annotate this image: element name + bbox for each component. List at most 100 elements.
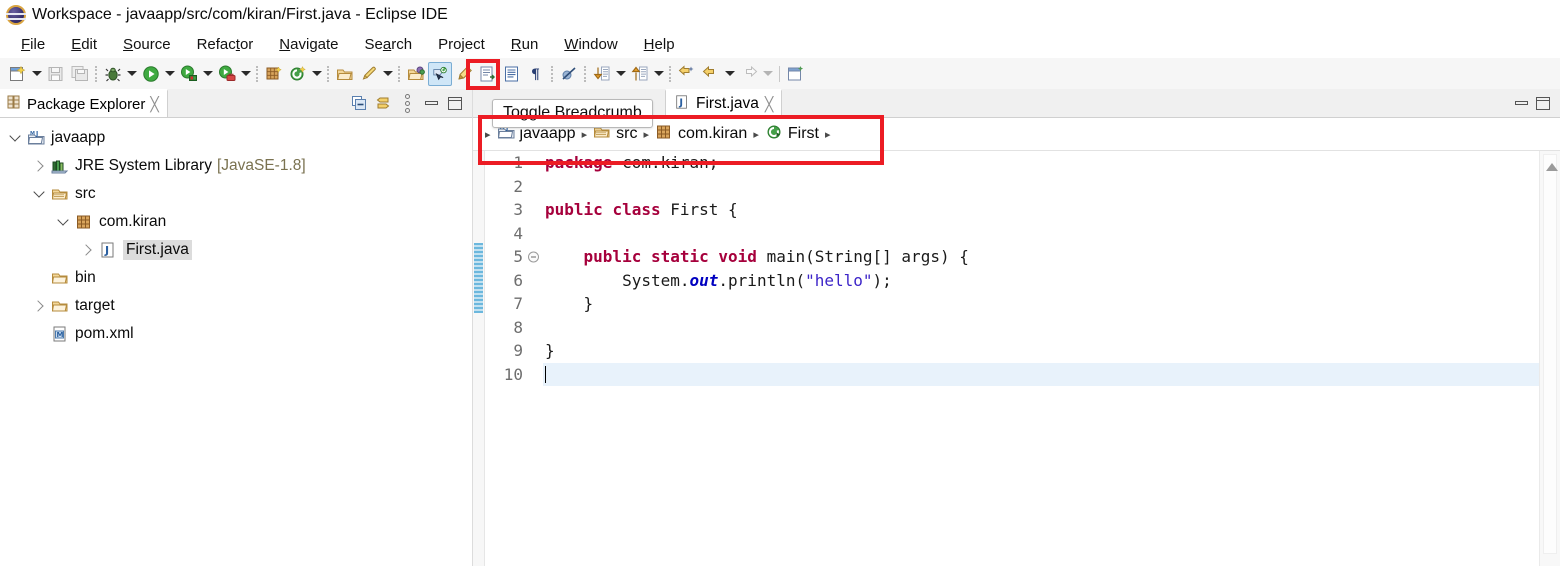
breadcrumb-item-first[interactable]: First xyxy=(765,123,819,146)
chevron-right-icon[interactable] xyxy=(28,292,50,320)
code-line-2[interactable] xyxy=(543,175,1560,199)
pilcrow-icon[interactable]: ¶ xyxy=(524,62,548,86)
new-wizard-dropdown-arrow-icon[interactable] xyxy=(30,62,44,86)
menu-item-window[interactable]: Window xyxy=(551,34,630,55)
chevron-right-icon[interactable] xyxy=(28,152,50,180)
code-line-10[interactable] xyxy=(543,362,1560,386)
tab-first-java[interactable]: J First.java ╳ xyxy=(665,89,783,117)
menu-item-search[interactable]: Search xyxy=(352,34,426,55)
chevron-right-icon[interactable]: ▸ xyxy=(639,128,653,141)
chevron-right-icon[interactable]: ▸ xyxy=(481,128,495,141)
chevron-down-icon[interactable] xyxy=(52,208,74,236)
menu-item-project[interactable]: Project xyxy=(425,34,498,55)
menu-item-help[interactable]: Help xyxy=(631,34,688,55)
open-type-icon[interactable] xyxy=(333,62,357,86)
fold-collapse-icon[interactable] xyxy=(528,251,539,263)
tree-item-com-kiran[interactable]: com.kiran xyxy=(0,208,472,236)
code-line-8[interactable] xyxy=(543,316,1560,340)
java-file-icon: J xyxy=(674,94,690,114)
toggle-breadcrumb-icon[interactable] xyxy=(428,61,452,86)
new-java-class-icon[interactable] xyxy=(286,62,310,86)
new-window-icon[interactable] xyxy=(784,62,808,86)
last-edit-location-icon[interactable] xyxy=(675,62,699,86)
project-tree[interactable]: M J javaapp JRE System Library [JavaSE-1… xyxy=(0,118,472,566)
minimize-icon[interactable] xyxy=(1515,101,1528,105)
previous-annotation-icon[interactable] xyxy=(628,62,652,86)
run-play-icon[interactable] xyxy=(139,62,163,86)
tree-item-target[interactable]: target xyxy=(0,292,472,320)
chevron-down-icon[interactable] xyxy=(28,180,50,208)
tab-package-explorer[interactable]: Package Explorer ╳ xyxy=(0,89,168,117)
previous-annotation-dropdown-arrow-icon[interactable] xyxy=(652,62,666,86)
run-external-tools-icon[interactable] xyxy=(215,62,239,86)
back-arrow-icon[interactable] xyxy=(699,62,723,86)
chevron-right-icon[interactable]: ▸ xyxy=(749,128,763,141)
menu-item-file[interactable]: File xyxy=(8,34,58,55)
code-text[interactable]: package com.kiran; public class First { … xyxy=(543,151,1560,566)
link-with-editor-icon[interactable] xyxy=(372,92,394,114)
code-line-7[interactable]: } xyxy=(543,292,1560,316)
tree-item-first-java[interactable]: J First.java xyxy=(0,236,472,264)
tree-item-label: target xyxy=(75,297,115,314)
new-class-dropdown-arrow-icon[interactable] xyxy=(310,62,324,86)
back-dropdown-arrow-icon[interactable] xyxy=(723,62,737,86)
run-coverage-icon[interactable] xyxy=(177,62,201,86)
tree-item-src[interactable]: src xyxy=(0,180,472,208)
chevron-down-icon[interactable] xyxy=(4,124,26,152)
token-plain: com.kiran; xyxy=(612,153,719,172)
new-wizard-icon[interactable] xyxy=(6,62,30,86)
code-line-4[interactable] xyxy=(543,222,1560,246)
skip-breakpoints-icon[interactable] xyxy=(557,62,581,86)
debug-bug-icon[interactable] xyxy=(101,62,125,86)
maximize-icon[interactable] xyxy=(1536,96,1550,110)
tree-item-javaapp[interactable]: M J javaapp xyxy=(0,124,472,152)
source-editor[interactable]: 1 2 3 4 5 6 7 8 9 10 package com.kiran; … xyxy=(473,151,1560,566)
folding-ruler[interactable] xyxy=(527,151,543,566)
quick-access-dropdown-arrow-icon[interactable] xyxy=(381,62,395,86)
tree-item-jre-system-library[interactable]: JRE System Library [JavaSE-1.8] xyxy=(0,152,472,180)
quick-access-pen-icon[interactable] xyxy=(357,62,381,86)
debug-dropdown-arrow-icon[interactable] xyxy=(125,62,139,86)
code-line-3[interactable]: public class First { xyxy=(543,198,1560,222)
view-menu-icon[interactable] xyxy=(396,92,418,114)
menu-item-edit[interactable]: Edit xyxy=(58,34,110,55)
code-line-5[interactable]: public static void main(String[] args) { xyxy=(543,245,1560,269)
code-line-9[interactable]: } xyxy=(543,339,1560,363)
line-number-ruler: 1 2 3 4 5 6 7 8 9 10 xyxy=(485,151,539,566)
next-annotation-icon[interactable] xyxy=(590,62,614,86)
scrollbar-thumb[interactable] xyxy=(1543,154,1557,554)
collapse-all-icon[interactable] xyxy=(348,92,370,114)
chevron-right-icon[interactable] xyxy=(76,236,98,264)
maximize-icon[interactable] xyxy=(444,92,466,114)
show-whitespace-icon[interactable] xyxy=(500,62,524,86)
menu-item-refactor[interactable]: Refactor xyxy=(184,34,267,55)
open-declaration-icon[interactable] xyxy=(476,62,500,86)
menu-item-navigate[interactable]: Navigate xyxy=(266,34,351,55)
tree-item-pom-xml[interactable]: M pom.xml xyxy=(0,320,472,348)
chevron-right-icon[interactable]: ▸ xyxy=(821,128,835,141)
window-title-bar: Workspace - javaapp/src/com/kiran/First.… xyxy=(0,0,1560,30)
package-explorer-view-toolbar xyxy=(348,89,472,117)
close-icon[interactable]: ╳ xyxy=(150,97,158,111)
new-java-package-icon[interactable] xyxy=(262,62,286,86)
open-task-icon[interactable] xyxy=(404,62,428,86)
next-annotation-dropdown-arrow-icon[interactable] xyxy=(614,62,628,86)
editor-vertical-scrollbar[interactable] xyxy=(1539,151,1560,566)
menu-item-source[interactable]: Source xyxy=(110,34,184,55)
annotation-ruler[interactable] xyxy=(473,151,485,566)
tree-item-bin[interactable]: bin xyxy=(0,264,472,292)
highlighter-icon[interactable] xyxy=(452,62,476,86)
minimize-icon[interactable] xyxy=(420,92,442,114)
code-line-1[interactable]: package com.kiran; xyxy=(543,151,1560,175)
close-icon[interactable]: ╳ xyxy=(765,97,773,111)
code-line-6[interactable]: System.out.println("hello"); xyxy=(543,269,1560,293)
run-dropdown-arrow-icon[interactable] xyxy=(163,62,177,86)
external-tools-dropdown-arrow-icon[interactable] xyxy=(239,62,253,86)
token-keyword: class xyxy=(612,200,671,219)
svg-text:M: M xyxy=(57,331,64,339)
chevron-right-icon[interactable]: ▸ xyxy=(578,128,592,141)
coverage-dropdown-arrow-icon[interactable] xyxy=(201,62,215,86)
breadcrumb-item-com-kiran[interactable]: com.kiran xyxy=(655,123,747,146)
menu-item-run[interactable]: Run xyxy=(498,34,552,55)
scroll-up-arrow-icon[interactable] xyxy=(1546,163,1558,171)
